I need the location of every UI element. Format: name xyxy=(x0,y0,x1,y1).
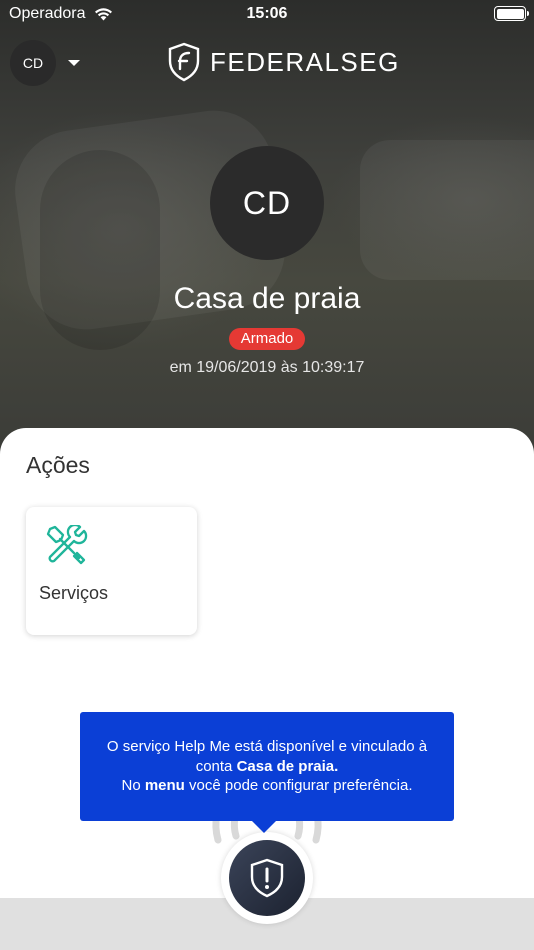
tooltip-line-3: No menu você pode configurar preferência… xyxy=(121,777,413,794)
services-label: Serviços xyxy=(39,583,109,603)
location-avatar: CD xyxy=(210,146,324,260)
actions-title: Ações xyxy=(26,452,90,478)
tooltip-account-name: Casa de praia. xyxy=(236,757,339,775)
tooltip-line-2: conta Casa de praia. xyxy=(195,757,339,775)
helpme-button-ring xyxy=(221,832,313,924)
status-bar: Operadora 15:06 xyxy=(0,0,534,28)
federalseg-shield-logo-icon xyxy=(168,42,200,82)
status-timestamp: em 19/06/2019 às 10:39:17 xyxy=(169,359,365,376)
chevron-down-icon[interactable] xyxy=(68,60,80,66)
account-switcher[interactable]: CD xyxy=(10,40,80,86)
battery-level xyxy=(496,8,524,19)
shield-alert-icon xyxy=(250,858,284,898)
brand-name: FEDERALSEG xyxy=(210,46,400,77)
helpme-tooltip[interactable]: O serviço Help Me está disponível e vinc… xyxy=(80,712,454,833)
status-badge: Armado xyxy=(228,328,306,350)
tooltip-line-1: O serviço Help Me está disponível e vinc… xyxy=(106,738,428,755)
tools-icon xyxy=(46,525,88,565)
account-avatar[interactable]: CD xyxy=(10,40,56,86)
helpme-button[interactable] xyxy=(229,840,305,916)
top-bar: CD FEDERALSEG xyxy=(0,38,534,90)
location-profile: CD Casa de praia Armado em 19/06/2019 às… xyxy=(0,146,534,377)
tooltip-menu-word: menu xyxy=(144,777,185,794)
brand-logo: FEDERALSEG xyxy=(167,42,400,82)
battery-icon xyxy=(494,6,529,21)
services-action-card[interactable]: Serviços xyxy=(26,507,197,635)
clock: 15:06 xyxy=(246,5,288,22)
location-name: Casa de praia xyxy=(173,282,361,315)
